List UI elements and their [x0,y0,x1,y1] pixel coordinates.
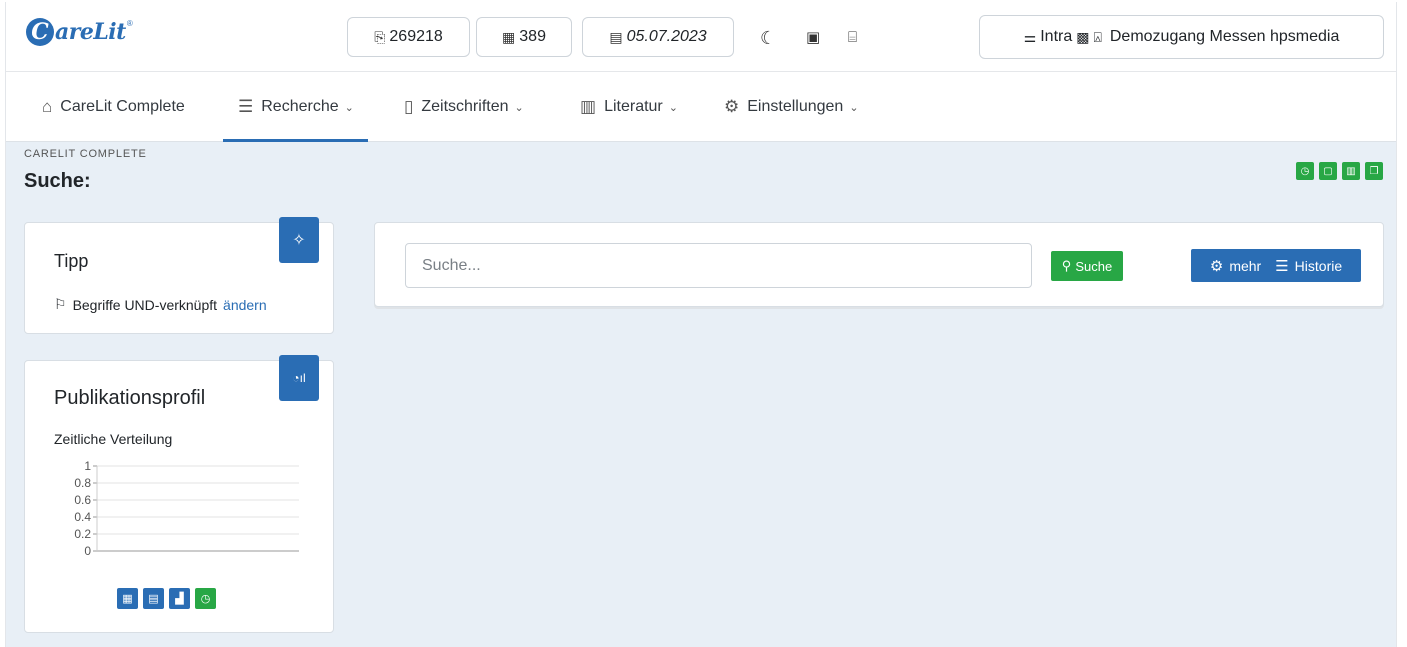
time-distribution-chart: 1 0.8 0.6 0.4 0.2 0 [47,456,307,571]
y-tick-label: 0.6 [74,493,91,507]
user-mode: Intra [1040,28,1073,45]
publication-profile-card: ◔ıl Publikationsprofil Zeitliche Verteil… [24,355,334,633]
signpost-icon: ⚐ [54,296,67,312]
more-history-button[interactable]: ⚙ mehr ☰ Historie [1191,249,1361,282]
journal-icon: ▯ [404,97,414,116]
search-input[interactable] [405,243,1032,288]
logo-letter: C [26,18,54,46]
list-view-icon[interactable]: ▤ [143,588,164,609]
gear-icon: ⚙ [1209,257,1224,275]
y-tick-label: 0.4 [74,510,91,524]
chevron-down-icon: ⌄ [849,101,859,114]
date-button[interactable]: ▤ 05.07.2023 [582,17,734,57]
tipp-change-link[interactable]: ändern [223,297,267,313]
books-icon: ▥ [580,97,597,116]
nav-zeitschriften[interactable]: ▯ Zeitschriften ⌄ [404,72,524,142]
content-area: CARELIT COMPLETE Suche: ◷ ▢ ▥ ❐ ✧ Tipp ⚐… [6,142,1396,647]
journals-count-button[interactable]: ▦ 389 [476,17,572,57]
help-icon[interactable]: ◷ [1296,162,1314,180]
chevron-down-icon: ⌄ [344,101,354,114]
tipp-text: Begriffe UND-verknüpft [72,296,218,313]
tipp-title: Tipp [54,251,89,271]
page-title: Suche: [24,170,91,192]
chevron-down-icon: ⌄ [668,101,678,114]
profile-subtitle: Zeitliche Verteilung [54,431,173,447]
calendar-view-icon[interactable]: ▦ [117,588,138,609]
tipp-line: ⚐ Begriffe UND-verknüpft ändern [54,296,267,313]
search-card: ⚲ Suche ⚙ mehr ☰ Historie [374,222,1384,307]
chart-badge-icon: ◔ıl [279,355,319,401]
nav-literatur[interactable]: ▥ Literatur ⌄ [580,72,678,142]
nav-recherche[interactable]: ☰ Recherche ⌄ [223,72,368,142]
search-button[interactable]: ⚲ Suche [1051,251,1123,281]
home-icon: ⌂ [42,97,53,116]
user-account-button[interactable]: ⚌ Intra ▩ ⍓ Demozugang Messen hpsmedia [979,15,1384,59]
chart-svg: 1 0.8 0.6 0.4 0.2 0 [74,459,299,558]
bar-chart-icon[interactable]: ▟ [169,588,190,609]
logo-registered: ® [126,19,133,28]
documents-count-button[interactable]: ⎘ 269218 [347,17,470,57]
chart-controls: ▦ ▤ ▟ ◷ [117,588,216,609]
nav-einstellungen-label: Einstellungen [747,98,844,115]
document-icon[interactable]: ▣ [806,29,820,47]
carelit-logo[interactable]: C areLit ® [26,17,133,47]
search-history-icon: ☰ [1275,257,1289,275]
nav-literatur-label: Literatur [604,98,663,115]
journals-count: 389 [519,28,546,45]
clipboard-icon[interactable]: ▢ [1319,162,1337,180]
nav-zeitschriften-label: Zeitschriften [421,98,509,115]
app-window: C areLit ® ⎘ 269218 ▦ 389 ▤ 05.07.2023 ☾… [5,2,1397,647]
search-list-icon: ☰ [238,97,254,116]
code-icon[interactable]: ⌸ [848,29,857,47]
gear-icon: ⚙ [724,97,740,116]
logo-text: areLit [55,19,126,45]
breadcrumb: CARELIT COMPLETE [24,148,147,160]
nav-home-label: CareLit Complete [60,98,185,115]
intra-icon: ⚌ [1023,28,1037,45]
y-tick-label: 0.8 [74,476,91,490]
unlock-icon: ⍓ [1093,28,1102,45]
top-bar: C areLit ® ⎘ 269218 ▦ 389 ▤ 05.07.2023 ☾… [6,2,1396,72]
tipp-card: ✧ Tipp ⚐ Begriffe UND-verknüpft ändern [24,217,334,334]
info-icon[interactable]: ◷ [195,588,216,609]
newspaper-icon: ▦ [502,28,516,45]
lightbulb-icon: ✧ [279,217,319,263]
y-tick-label: 1 [84,459,91,473]
user-name: Demozugang Messen hpsmedia [1109,28,1340,45]
chevron-down-icon: ⌄ [514,101,524,114]
search-icon: ⚲ [1061,258,1072,273]
profile-title: Publikationsprofil [54,387,206,409]
nav-recherche-label: Recherche [261,98,339,115]
date-value: 05.07.2023 [626,28,707,45]
copy-icon[interactable]: ❐ [1365,162,1383,180]
nav-home[interactable]: ⌂ CareLit Complete [42,72,185,142]
y-tick-label: 0 [84,544,91,558]
documents-count: 269218 [389,28,443,45]
more-label: mehr [1229,257,1262,274]
pdf-icon: ⎘ [374,28,386,45]
quick-actions: ◷ ▢ ▥ ❐ [1296,162,1383,180]
search-button-label: Suche [1075,258,1113,274]
user-icon: ▩ [1076,28,1090,45]
dark-mode-icon[interactable]: ☾ [760,29,776,47]
history-label: Historie [1294,257,1343,274]
main-nav: ⌂ CareLit Complete ☰ Recherche ⌄ ▯ Zeits… [6,72,1396,142]
calendar-icon: ▤ [609,28,623,45]
books-icon[interactable]: ▥ [1342,162,1360,180]
y-tick-label: 0.2 [74,527,91,541]
nav-einstellungen[interactable]: ⚙ Einstellungen ⌄ [724,72,859,142]
